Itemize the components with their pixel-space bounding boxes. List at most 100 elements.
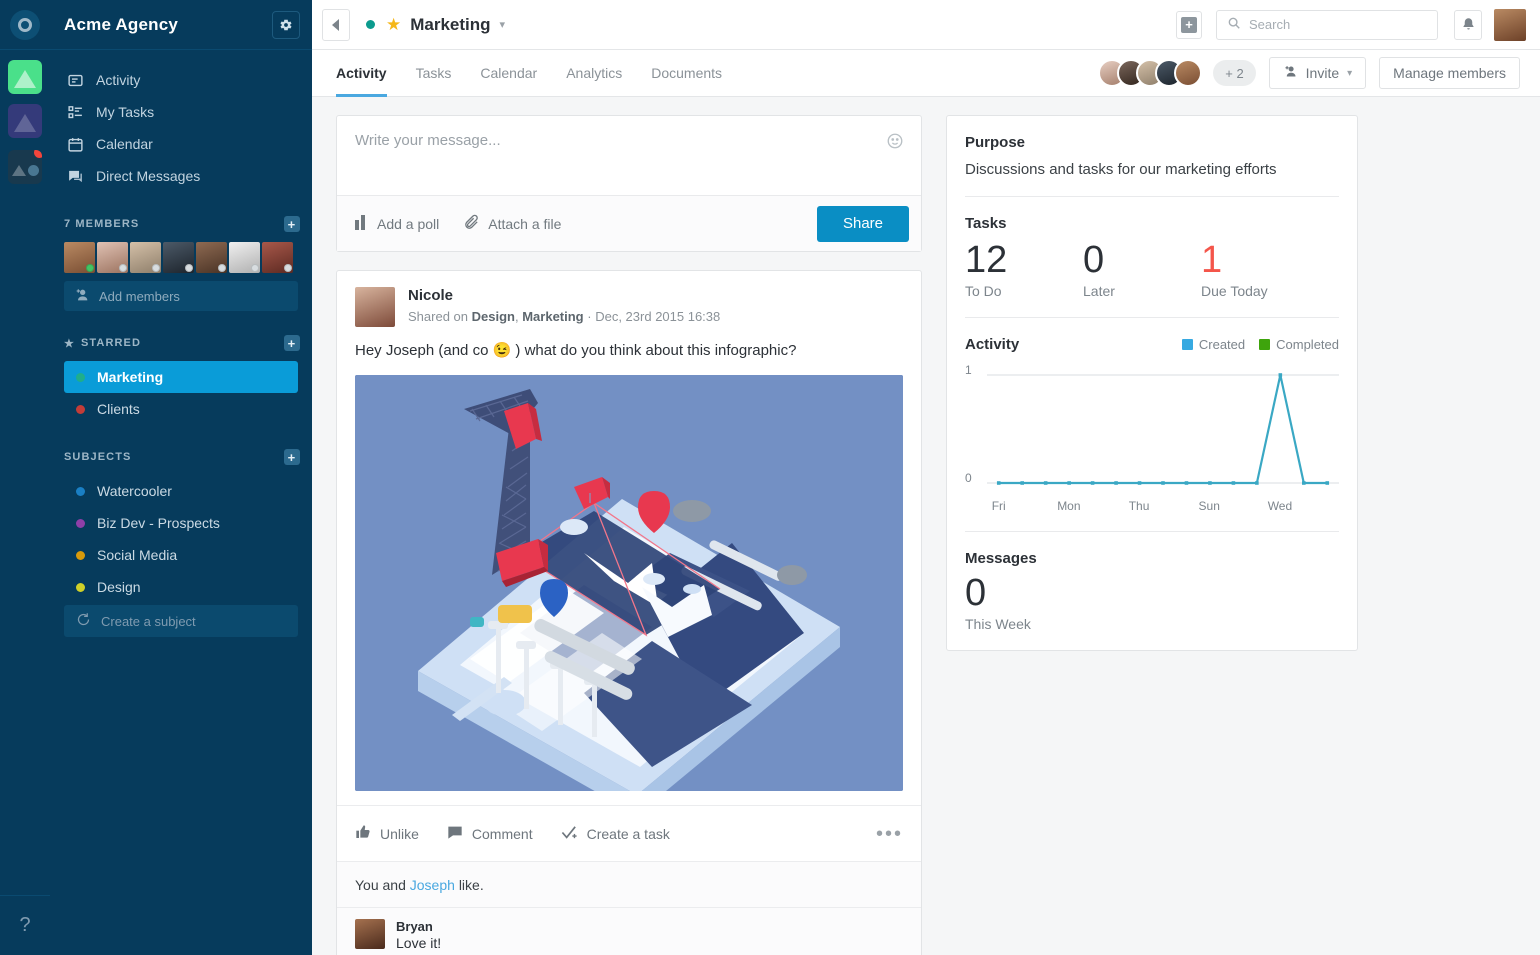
invite-button[interactable]: Invite ▾ xyxy=(1268,57,1367,89)
gear-icon[interactable] xyxy=(272,10,300,39)
sidebar-subject-watercooler[interactable]: Watercooler xyxy=(64,475,298,507)
data-point[interactable] xyxy=(1208,480,1212,485)
back-button[interactable] xyxy=(322,8,350,41)
sidebar-subject-biz-dev-prospects[interactable]: Biz Dev - Prospects xyxy=(64,507,298,539)
help-button[interactable]: ? xyxy=(0,895,50,955)
member-avatar-1[interactable] xyxy=(64,242,95,273)
data-point[interactable] xyxy=(1161,480,1165,485)
add-poll-button[interactable]: Add a poll xyxy=(355,214,440,233)
post-subject-marketing[interactable]: Marketing xyxy=(522,309,583,324)
x-tick: Fri xyxy=(991,498,1006,513)
subject-label: Watercooler xyxy=(97,483,172,499)
star-icon[interactable]: ★ xyxy=(386,15,401,35)
sidebar-item-calendar[interactable]: Calendar xyxy=(50,128,312,160)
stat-later[interactable]: 0 Later xyxy=(1083,239,1201,299)
stat-due-today[interactable]: 1 Due Today xyxy=(1201,239,1319,299)
stat-label: Later xyxy=(1083,282,1115,299)
x-tick xyxy=(1034,499,1057,513)
data-point[interactable] xyxy=(1255,480,1259,485)
likes-prefix: You xyxy=(355,877,379,894)
sidebar-item-my-tasks[interactable]: My Tasks xyxy=(50,96,312,128)
sidebar-subject-social-media[interactable]: Social Media xyxy=(64,539,298,571)
subjects-label: SUBJECTS xyxy=(64,451,132,463)
data-point[interactable] xyxy=(1043,480,1048,485)
legend-label: Created xyxy=(1198,336,1246,352)
workspace-tile-dark[interactable] xyxy=(8,150,42,184)
thumbs-up-icon xyxy=(355,824,371,843)
data-point[interactable] xyxy=(1114,480,1118,485)
create-task-button[interactable]: Create a task xyxy=(561,824,670,844)
post-meta-prefix: Shared on xyxy=(408,308,468,324)
legend-swatch-created xyxy=(1181,338,1193,350)
member-avatar-5[interactable] xyxy=(196,242,227,273)
likes-person-link[interactable]: Joseph xyxy=(410,877,455,893)
member-avatar-6[interactable] xyxy=(229,242,260,273)
tab-activity[interactable]: Activity xyxy=(336,50,387,97)
app-logo[interactable] xyxy=(0,0,50,50)
data-point[interactable] xyxy=(1067,480,1071,485)
circle-logo-icon xyxy=(10,9,40,40)
data-point[interactable] xyxy=(1020,480,1024,485)
plus-square-icon[interactable]: + xyxy=(284,216,300,232)
subject-label: Social Media xyxy=(97,547,178,563)
unlike-button[interactable]: Unlike xyxy=(355,824,419,843)
workspace-tile-green[interactable] xyxy=(8,60,42,94)
stat-label: Due Today xyxy=(1201,282,1268,299)
bar-avatar-5[interactable] xyxy=(1174,59,1203,87)
legend-created: Created xyxy=(1181,336,1246,352)
data-point[interactable] xyxy=(1302,480,1306,485)
data-point[interactable] xyxy=(1090,480,1095,485)
data-point[interactable] xyxy=(996,480,1001,485)
member-avatar-4[interactable] xyxy=(163,242,194,273)
bell-icon[interactable] xyxy=(1454,9,1482,40)
comment-button[interactable]: Comment xyxy=(447,824,533,843)
ellipsis-icon[interactable]: ••• xyxy=(876,824,903,844)
add-button[interactable]: + xyxy=(1176,10,1202,39)
share-button[interactable]: Share xyxy=(816,205,909,242)
attach-file-button[interactable]: Attach a file xyxy=(463,214,561,234)
manage-members-button[interactable]: Manage members xyxy=(1379,57,1520,89)
messages-stat: 0 This Week xyxy=(965,572,1339,632)
create-subject-label: Create a subject xyxy=(101,613,196,629)
tab-calendar[interactable]: Calendar xyxy=(480,50,537,97)
member-avatar-7[interactable] xyxy=(262,242,293,273)
post-subject-design[interactable]: Design xyxy=(472,309,515,324)
sidebar-channel-clients[interactable]: Clients xyxy=(64,393,298,425)
plus-square-icon[interactable]: + xyxy=(284,449,300,465)
plus-square-icon[interactable]: + xyxy=(284,335,300,351)
sidebar-item-label: Calendar xyxy=(96,136,153,152)
emoji-smiley-icon[interactable] xyxy=(886,132,904,155)
sidebar-header: Acme Agency xyxy=(50,0,312,50)
search-input[interactable]: Search xyxy=(1216,9,1438,40)
data-point[interactable] xyxy=(1278,372,1283,377)
workspace-tile-indigo[interactable] xyxy=(8,104,42,138)
current-user-avatar[interactable] xyxy=(1494,8,1526,41)
tasks-stats: 12 To Do 0 Later 1 Due Today xyxy=(965,239,1339,299)
composer-input-area[interactable]: Write your message... xyxy=(337,116,921,195)
stat-todo[interactable]: 12 To Do xyxy=(965,239,1083,299)
member-avatar-2[interactable] xyxy=(97,242,128,273)
create-subject-button[interactable]: Create a subject xyxy=(64,605,298,637)
data-point[interactable] xyxy=(1231,480,1236,485)
sidebar-nav: Activity My Tasks Calendar Direct Messag… xyxy=(50,50,312,192)
sidebar-subject-design[interactable]: Design xyxy=(64,571,298,603)
sidebar-item-direct-messages[interactable]: Direct Messages xyxy=(50,160,312,192)
comment-author-avatar[interactable] xyxy=(355,919,385,950)
sidebar-item-activity[interactable]: Activity xyxy=(50,64,312,96)
data-point[interactable] xyxy=(1137,480,1142,485)
data-point[interactable] xyxy=(1184,480,1189,485)
tab-documents[interactable]: Documents xyxy=(651,50,722,97)
tab-analytics[interactable]: Analytics xyxy=(566,50,622,97)
sidebar-channel-marketing[interactable]: Marketing xyxy=(64,361,298,393)
post-image[interactable] xyxy=(355,375,903,792)
tab-tasks[interactable]: Tasks xyxy=(416,50,452,97)
post-author-avatar[interactable] xyxy=(355,287,395,327)
member-avatar-3[interactable] xyxy=(130,242,161,273)
add-poll-label: Add a poll xyxy=(377,215,440,232)
member-overflow-count[interactable]: + 2 xyxy=(1213,60,1256,86)
chart-x-axis: Fri Mon Thu Sun Wed xyxy=(987,499,1339,513)
y-tick-max: 1 xyxy=(965,362,972,377)
data-point[interactable] xyxy=(1325,480,1330,485)
add-members-button[interactable]: Add members xyxy=(64,281,298,311)
chevron-down-icon[interactable]: ▾ xyxy=(500,18,506,31)
